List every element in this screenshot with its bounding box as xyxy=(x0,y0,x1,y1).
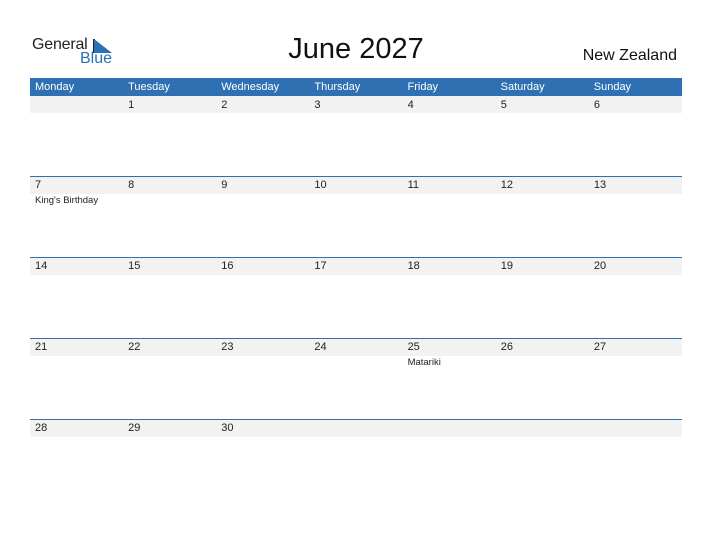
day-cell: 28 xyxy=(30,419,123,500)
day-cell: 13 xyxy=(589,176,682,257)
day-number: 29 xyxy=(128,422,141,434)
day-number: 27 xyxy=(593,341,607,353)
day-number: 25 xyxy=(407,341,420,353)
day-cell xyxy=(589,419,682,500)
country-label: New Zealand xyxy=(582,47,677,64)
day-cell: 7 King's Birthday xyxy=(30,176,123,257)
day-number: 14 xyxy=(35,260,48,272)
weekday-sunday: Sunday xyxy=(593,81,632,93)
day-number: 4 xyxy=(407,99,414,111)
day-number: 15 xyxy=(128,260,141,272)
holiday-label: Matariki xyxy=(407,357,441,368)
weekday-wednesday: Wednesday xyxy=(221,81,280,93)
day-cell: 3 xyxy=(309,96,402,177)
day-number: 12 xyxy=(500,179,513,191)
day-cell: 12 xyxy=(496,176,589,257)
day-cell: 24 xyxy=(309,338,402,419)
day-cell: 11 xyxy=(403,176,496,257)
day-cell: 22 xyxy=(123,338,216,419)
day-cell: 26 xyxy=(496,338,589,419)
day-cell: 8 xyxy=(123,176,216,257)
day-number: 26 xyxy=(500,341,513,353)
week-row: 21 22 23 24 25 Matariki 26 27 xyxy=(30,338,682,419)
day-number: 23 xyxy=(221,341,234,353)
day-number: 3 xyxy=(314,99,321,111)
day-number: 9 xyxy=(221,179,228,191)
day-cell: 5 xyxy=(496,96,589,177)
day-number: 16 xyxy=(221,260,234,272)
week-row: 1 2 3 4 5 6 xyxy=(30,96,682,177)
day-number: 11 xyxy=(407,179,419,191)
weekday-monday: Monday xyxy=(35,81,75,93)
day-number: 20 xyxy=(593,260,607,272)
day-number: 8 xyxy=(128,179,135,191)
day-cell: 20 xyxy=(589,257,682,338)
day-number: 30 xyxy=(221,422,234,434)
holiday-label: King's Birthday xyxy=(35,195,99,206)
day-cell: 14 xyxy=(30,257,123,338)
day-cell: 15 xyxy=(123,257,216,338)
day-cell xyxy=(403,419,496,500)
weekday-header: Monday Tuesday Wednesday Thursday Friday… xyxy=(30,78,682,96)
day-cell: 9 xyxy=(216,176,309,257)
day-number: 5 xyxy=(500,99,507,111)
day-cell: 10 xyxy=(309,176,402,257)
day-number: 17 xyxy=(314,260,327,272)
day-cell: 21 xyxy=(30,338,123,419)
day-cell: 23 xyxy=(216,338,309,419)
day-cell: 4 xyxy=(403,96,496,177)
week-row: 28 29 30 xyxy=(30,419,682,500)
day-number: 7 xyxy=(35,179,42,191)
weekday-thursday: Thursday xyxy=(314,81,361,93)
day-number: 10 xyxy=(314,179,327,191)
day-cell: 19 xyxy=(496,257,589,338)
day-cell: 2 xyxy=(216,96,309,177)
day-number: 22 xyxy=(128,341,141,353)
day-cell xyxy=(496,419,589,500)
day-cell: 30 xyxy=(216,419,309,500)
day-number: 13 xyxy=(593,179,607,191)
weekday-tuesday: Tuesday xyxy=(128,81,170,93)
day-cell xyxy=(30,96,123,177)
day-cell: 16 xyxy=(216,257,309,338)
day-number: 1 xyxy=(128,99,135,111)
day-cell: 25 Matariki xyxy=(403,338,496,419)
day-number: 24 xyxy=(314,341,327,353)
day-number: 19 xyxy=(500,260,513,272)
day-cell: 6 xyxy=(589,96,682,177)
weekday-saturday: Saturday xyxy=(500,81,545,93)
weekday-friday: Friday xyxy=(407,81,439,93)
day-number: 18 xyxy=(407,260,420,272)
day-number: 6 xyxy=(593,99,600,111)
day-cell: 29 xyxy=(123,419,216,500)
day-cell: 17 xyxy=(309,257,402,338)
week-row: 7 King's Birthday 8 9 10 11 12 13 xyxy=(30,176,682,257)
day-number: 2 xyxy=(221,99,228,111)
day-number: 28 xyxy=(35,422,48,434)
day-cell: 1 xyxy=(123,96,216,177)
day-cell: 18 xyxy=(403,257,496,338)
day-number: 21 xyxy=(35,341,48,353)
day-cell: 27 xyxy=(589,338,682,419)
week-row: 14 15 16 17 18 19 20 xyxy=(30,257,682,338)
day-cell xyxy=(309,419,402,500)
